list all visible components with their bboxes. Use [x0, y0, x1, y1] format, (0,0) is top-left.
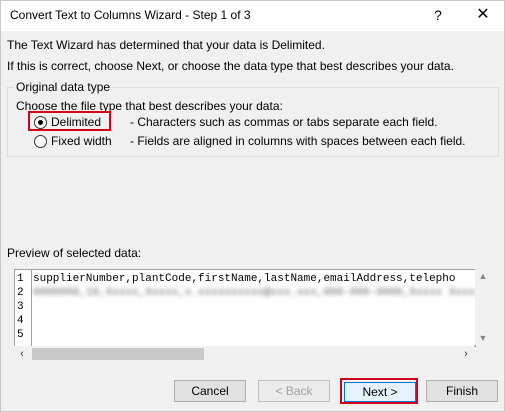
title-bar: Convert Text to Columns Wizard - Step 1 … — [1, 1, 504, 31]
group-legend: Original data type — [14, 80, 113, 94]
radio-button[interactable] — [34, 116, 47, 129]
radio-selected-dot — [38, 120, 43, 125]
cancel-button[interactable]: Cancel — [174, 380, 246, 402]
scroll-thumb[interactable] — [32, 348, 204, 360]
preview-line-header: supplierNumber,plantCode,firstName,lastN… — [33, 273, 456, 285]
preview-horizontal-scrollbar[interactable]: ‹ › — [14, 346, 474, 362]
next-button[interactable]: Next > — [344, 382, 416, 402]
window-title: Convert Text to Columns Wizard - Step 1 … — [10, 8, 251, 22]
radio-label-delimited[interactable]: Delimited — [51, 115, 101, 129]
radio-desc-fixed-width: - Fields are aligned in columns with spa… — [130, 134, 466, 148]
radio-label-fixed-width[interactable]: Fixed width — [51, 134, 112, 148]
preview-vertical-scrollbar[interactable]: ▲ ▼ — [475, 269, 491, 345]
help-icon[interactable]: ? — [424, 4, 452, 26]
preview-area[interactable]: 1 2 3 4 5 supplierNumber,plantCode,first… — [14, 269, 476, 347]
scroll-right-icon[interactable]: › — [458, 347, 474, 361]
finish-button[interactable]: Finish — [426, 380, 498, 402]
close-icon[interactable]: ✕ — [469, 4, 497, 26]
scroll-down-icon[interactable]: ▼ — [475, 331, 491, 345]
scroll-up-icon[interactable]: ▲ — [475, 269, 491, 283]
row-number: 2 — [17, 287, 24, 299]
row-number: 1 — [17, 273, 24, 285]
preview-line-redacted: 0000000,10,Xxxxx,Xxxxx,x.xxxxxxxxxx@xxx.… — [33, 287, 476, 299]
text-to-columns-dialog: Convert Text to Columns Wizard - Step 1 … — [0, 0, 505, 412]
row-number: 3 — [17, 301, 24, 313]
row-number: 5 — [17, 329, 24, 341]
intro-text-1: The Text Wizard has determined that your… — [7, 38, 325, 52]
original-data-type-group: Original data type Choose the file type … — [7, 80, 499, 157]
row-number: 4 — [17, 315, 24, 327]
scroll-left-icon[interactable]: ‹ — [14, 347, 30, 361]
radio-desc-delimited: - Characters such as commas or tabs sepa… — [130, 115, 438, 129]
preview-label: Preview of selected data: — [7, 246, 142, 260]
intro-text-2: If this is correct, choose Next, or choo… — [7, 59, 454, 73]
radio-button[interactable] — [34, 135, 47, 148]
back-button[interactable]: < Back — [258, 380, 330, 402]
next-button-highlight: Next > — [340, 378, 418, 404]
preview-row-numbers: 1 2 3 4 5 — [15, 270, 32, 346]
